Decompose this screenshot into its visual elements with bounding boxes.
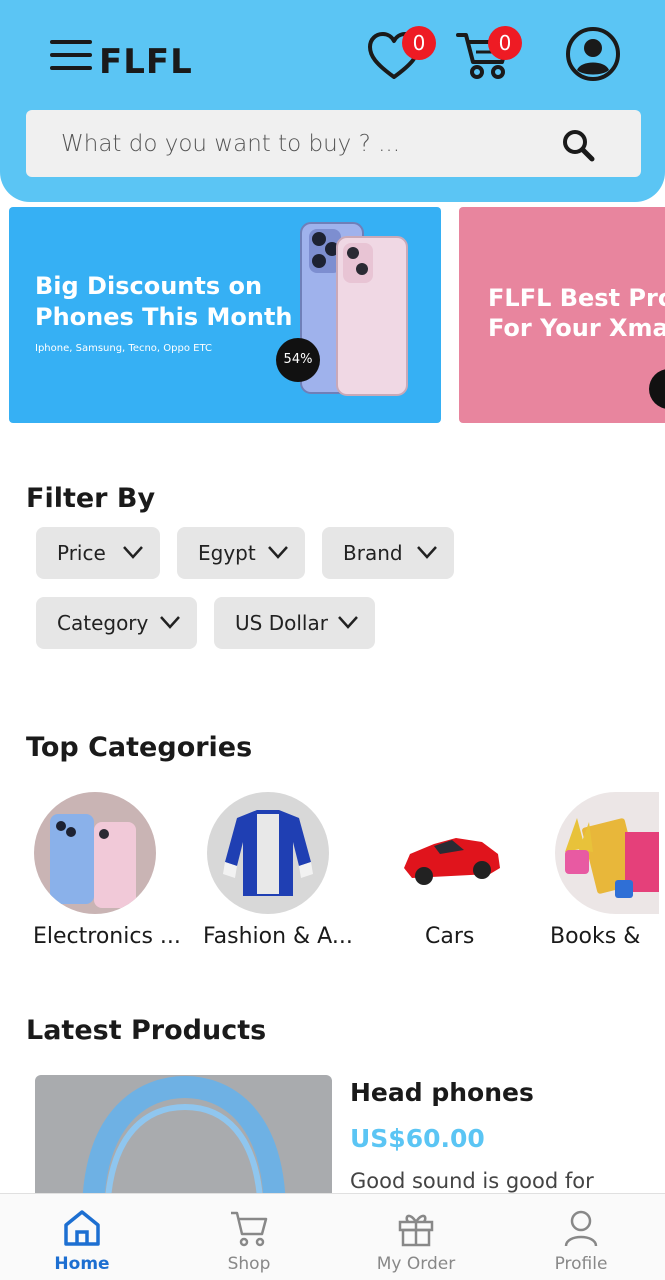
promo-banner-phones[interactable]: Big Discounts on Phones This Month Iphon… [9,207,441,423]
product-description: Good sound is good for [350,1169,594,1193]
chevron-down-icon [268,546,288,559]
home-icon [64,1210,100,1246]
wishlist-button[interactable]: 0 [366,26,436,87]
filter-chip-currency[interactable]: US Dollar [214,597,375,649]
search-bar[interactable]: What do you want to buy ? ... [26,110,641,177]
banner-subtitle: Iphone, Samsung, Tecno, Oppo ETC [35,343,212,354]
category-image [555,792,659,914]
account-button[interactable] [565,26,621,87]
cart-count-badge: 0 [488,26,522,60]
filter-chip-category[interactable]: Category [36,597,197,649]
category-cars[interactable]: Cars [371,792,531,949]
category-label: Books & [550,924,641,949]
filter-chip-country[interactable]: Egypt [177,527,305,579]
categories-section-title: Top Categories [26,732,253,763]
filter-chip-brand[interactable]: Brand [322,527,454,579]
cart-button[interactable]: 0 [456,26,522,85]
nav-label: Shop [227,1254,271,1274]
chip-label: Egypt [198,541,256,565]
gift-icon [398,1214,434,1247]
cart-icon [231,1211,268,1247]
category-label: Fashion & A... [203,924,353,949]
user-avatar-icon [566,27,620,81]
category-electronics[interactable]: Electronics ... [15,792,181,949]
filter-section-title: Filter By [26,483,156,514]
chip-label: Brand [343,541,403,565]
category-books[interactable]: Books & [535,792,665,949]
search-input[interactable]: What do you want to buy ? ... [61,131,400,157]
user-icon [564,1210,598,1247]
chevron-down-icon [417,546,437,559]
chevron-down-icon [160,616,180,629]
app-header: FLFL 0 0 What do you want to buy ? ... [0,0,665,202]
chip-label: Price [57,541,106,565]
bottom-navigation: Home Shop My Order Profile [0,1193,665,1280]
nav-label: My Order [376,1254,456,1274]
nav-profile[interactable]: Profile [516,1194,646,1280]
nav-shop[interactable]: Shop [184,1194,314,1280]
menu-icon[interactable] [50,40,92,70]
wishlist-count-badge: 0 [402,26,436,60]
chevron-down-icon [338,616,358,629]
search-icon[interactable] [561,128,595,162]
product-name[interactable]: Head phones [350,1078,534,1107]
product-price: US$60.00 [350,1124,485,1153]
filter-chip-price[interactable]: Price [36,527,160,579]
banner-title-line1: FLFL Best Pro [488,284,665,312]
category-image [34,792,156,914]
category-fashion[interactable]: Fashion & A... [188,792,353,949]
nav-label: Home [54,1254,110,1274]
banner-title-line2: Phones This Month [35,303,293,331]
category-image [390,792,512,914]
category-image [207,792,329,914]
discount-badge [649,369,665,409]
category-label: Electronics ... [33,924,181,949]
banner-title-line2: For Your Xmas [488,314,665,342]
nav-my-order[interactable]: My Order [351,1194,481,1280]
app-logo: FLFL [99,42,193,82]
promo-banner-xmas[interactable]: FLFL Best Pro For Your Xmas [459,207,665,423]
chip-label: US Dollar [235,611,328,635]
banner-title-line1: Big Discounts on [35,272,263,300]
nav-home[interactable]: Home [17,1194,147,1280]
latest-section-title: Latest Products [26,1015,267,1046]
discount-badge: 54% [276,338,320,382]
nav-label: Profile [554,1254,608,1274]
chevron-down-icon [123,546,143,559]
chip-label: Category [57,611,149,635]
